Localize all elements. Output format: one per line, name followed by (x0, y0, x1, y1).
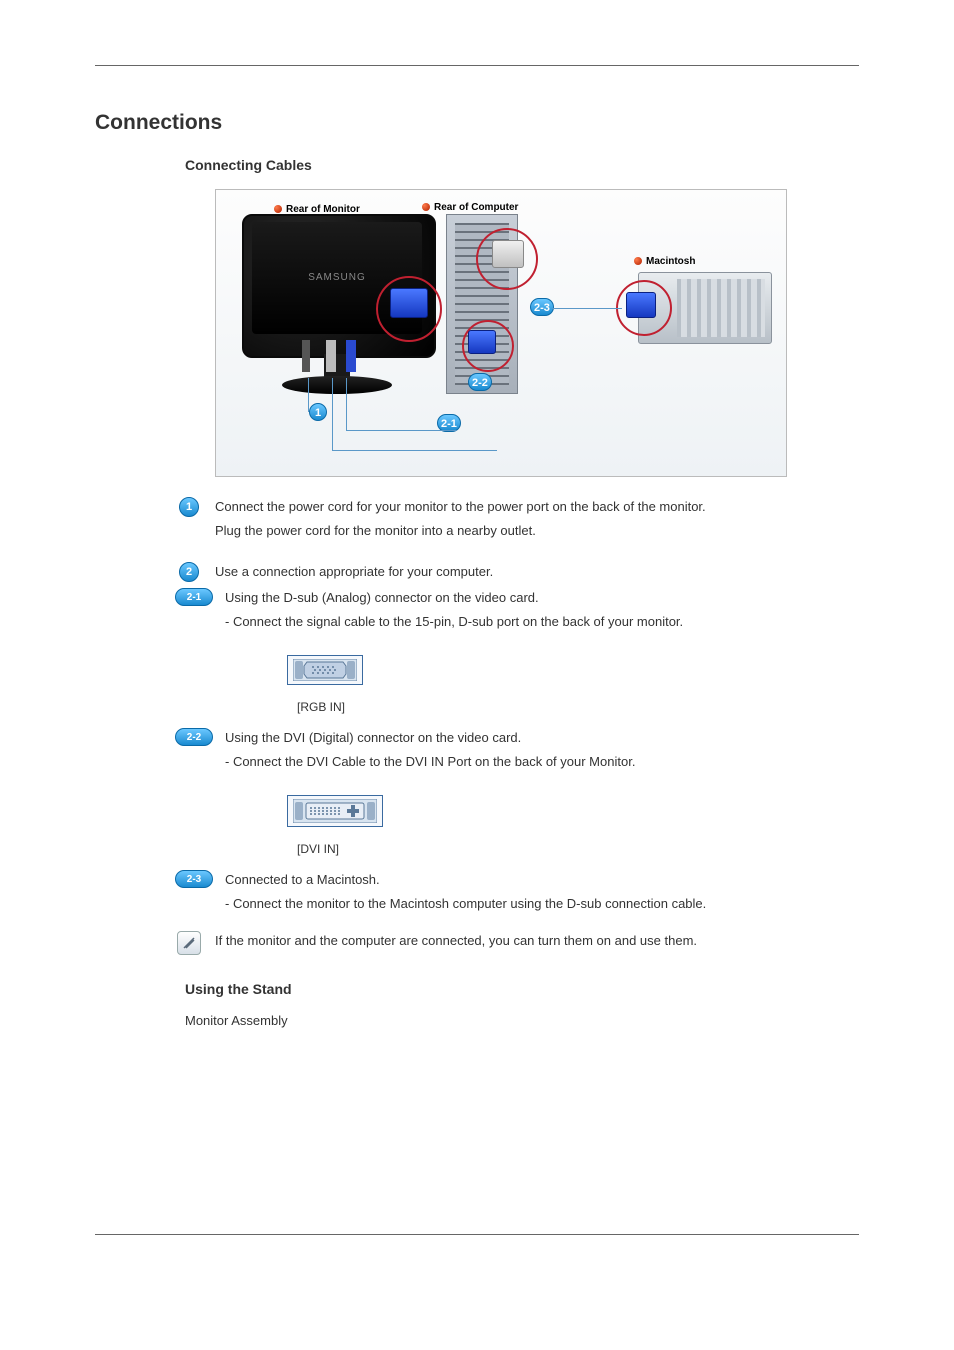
label-rear-of-computer: Rear of Computer (422, 202, 518, 213)
step-2-3: 2-3 Connected to a Macintosh. - Connect … (175, 870, 849, 921)
step-1-sub: Plug the power cord for the monitor into… (215, 521, 849, 541)
bullet-dot-icon (422, 203, 430, 211)
page: Connections Connecting Cables Rear of Mo… (0, 0, 954, 1350)
step-2-2-text: Using the DVI (Digital) connector on the… (225, 728, 849, 748)
step-2-1: 2-1 Using the D-sub (Analog) connector o… (175, 588, 849, 639)
wire (552, 308, 622, 309)
dvi-cable-icon (326, 340, 336, 372)
rgb-in-label: [RGB IN] (297, 700, 849, 714)
note-text: If the monitor and the computer are conn… (215, 931, 849, 951)
diagram-badge-1: 1 (309, 403, 327, 421)
connection-diagram: Rear of Monitor Rear of Computer Macinto… (215, 189, 787, 477)
bottom-rule (95, 1234, 859, 1235)
step-1-text: Connect the power cord for your monitor … (215, 497, 849, 517)
step-2: 2 Use a connection appropriate for your … (175, 562, 849, 582)
step-2-1-sub: - Connect the signal cable to the 15-pin… (225, 612, 849, 632)
power-cable-icon (302, 340, 310, 372)
dvi-in-port-figure (287, 795, 383, 827)
dvi-port-icon (293, 799, 377, 823)
rgb-in-port-figure (287, 655, 363, 685)
top-rule (95, 65, 859, 66)
step-2-2-sub: - Connect the DVI Cable to the DVI IN Po… (225, 752, 849, 772)
wire (332, 378, 497, 451)
bullet-dot-icon (634, 257, 642, 265)
section-heading: Connecting Cables (185, 157, 859, 173)
vga-cable-icon (346, 340, 356, 372)
page-title: Connections (95, 111, 859, 135)
vga-connector-icon (390, 288, 428, 318)
stand-subheading: Monitor Assembly (185, 1011, 859, 1031)
step-1: 1 Connect the power cord for your monito… (175, 497, 849, 548)
vga-port-icon (293, 659, 357, 681)
wire (308, 378, 310, 412)
bullet-dot-icon (274, 205, 282, 213)
note-row: If the monitor and the computer are conn… (175, 931, 849, 955)
step-2-3-text: Connected to a Macintosh. (225, 870, 849, 890)
steps-list: 1 Connect the power cord for your monito… (175, 497, 849, 955)
step-2-3-sub: - Connect the monitor to the Macintosh c… (225, 894, 849, 914)
dvi-connector-icon (492, 240, 524, 268)
step-2-text: Use a connection appropriate for your co… (215, 562, 849, 582)
vga-connector-icon (626, 292, 656, 318)
step-badge-1: 1 (179, 497, 199, 517)
note-icon (177, 931, 201, 955)
step-badge-2-3: 2-3 (175, 870, 213, 888)
vga-connector-icon (468, 330, 496, 354)
step-badge-2-2: 2-2 (175, 728, 213, 746)
diagram-badge-2-3: 2-3 (530, 298, 554, 316)
step-badge-2-1: 2-1 (175, 588, 213, 606)
step-2-1-text: Using the D-sub (Analog) connector on th… (225, 588, 849, 608)
step-badge-2: 2 (179, 562, 199, 582)
step-2-2: 2-2 Using the DVI (Digital) connector on… (175, 728, 849, 779)
stand-heading: Using the Stand (185, 981, 859, 997)
label-macintosh: Macintosh (634, 256, 695, 267)
dvi-in-label: [DVI IN] (297, 842, 849, 856)
